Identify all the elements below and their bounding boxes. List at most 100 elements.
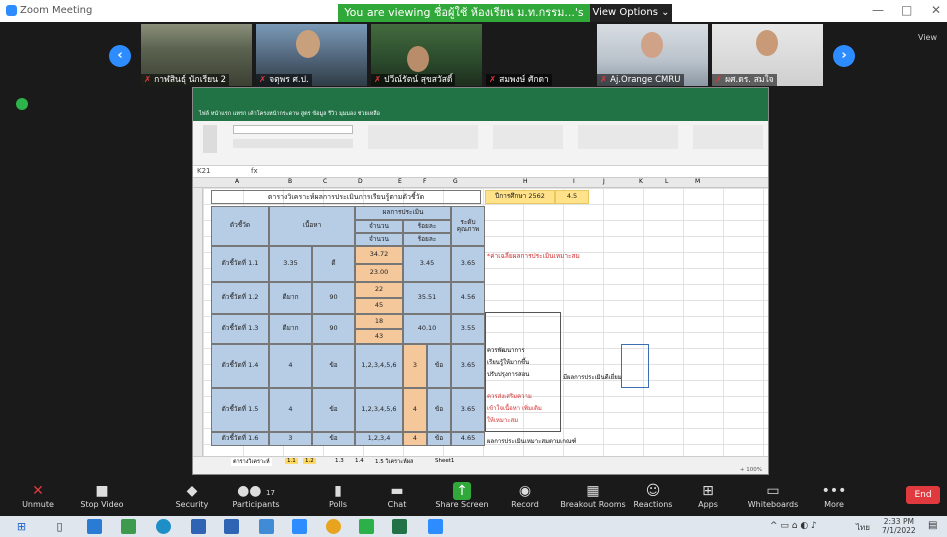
table-cell[interactable]: 3.35 [269, 246, 312, 282]
header-indicator[interactable]: ตัวชี้วัด [211, 206, 269, 246]
whiteboards-button[interactable]: ▭ Whiteboards [740, 482, 806, 509]
sheet-tab[interactable]: 1.2 [303, 458, 316, 464]
table-cell[interactable]: 3.55 [451, 314, 485, 344]
chat-button[interactable]: ▬ Chat [369, 482, 425, 509]
participant-tile[interactable]: ✗ Aj.Orange CMRU [597, 24, 708, 86]
unmute-button[interactable]: ✕ Unmute [10, 482, 66, 509]
table-cell[interactable]: ข้อ [312, 344, 355, 388]
table-cell[interactable]: 4.56 [451, 282, 485, 314]
edge-icon[interactable] [156, 519, 171, 534]
participant-tile[interactable]: ✗ ปวีณ์รัตน์ สุขสวัสดิ์ [371, 24, 482, 86]
table-cell[interactable]: 3 [403, 344, 427, 388]
selected-cell[interactable] [621, 344, 649, 388]
record-button[interactable]: ◉ Record [497, 482, 553, 509]
participants-button[interactable]: ●● 17 Participants [228, 482, 284, 509]
security-button[interactable]: ◆ Security [164, 482, 220, 509]
header-content[interactable]: เนื้อหา [269, 206, 355, 246]
formula-bar[interactable]: K21 fx [193, 166, 768, 178]
header-sub2[interactable]: ร้อยละ [403, 220, 451, 233]
table-cell[interactable]: 1,2,3,4 [355, 432, 403, 446]
table-cell[interactable]: 1,2,3,4,5,6 [355, 388, 403, 432]
store-icon[interactable] [121, 519, 136, 534]
ribbon-tabs[interactable]: ไฟล์ หน้าแรก แทรก เค้าโครงหน้ากระดาษ สูต… [199, 110, 380, 118]
table-cell[interactable]: 4 [269, 388, 312, 432]
table-cell[interactable]: 4 [269, 344, 312, 388]
table-cell[interactable]: ตัวชี้วัดที่ 1.3 [211, 314, 269, 344]
note-cell[interactable]: 4.5 [555, 190, 589, 204]
table-cell[interactable]: ตัวชี้วัดที่ 1.5 [211, 388, 269, 432]
table-cell[interactable]: ข้อ [312, 388, 355, 432]
header-quality[interactable]: ระดับคุณภาพ [451, 206, 485, 246]
table-cell[interactable]: ตัวชี้วัดที่ 1.1 [211, 246, 269, 282]
table-cell[interactable]: ดีมาก [269, 314, 312, 344]
sheet-tab[interactable]: Sheet1 [433, 458, 456, 464]
row-note[interactable]: ผลการประเมินเหมาะสมตามเกณฑ์ [487, 436, 576, 446]
teams-icon[interactable] [259, 519, 274, 534]
zoom-icon[interactable] [292, 519, 307, 534]
table-cell[interactable]: 3.45 [403, 246, 451, 282]
table-cell[interactable]: ตัวชี้วัดที่ 1.4 [211, 344, 269, 388]
header-sub1[interactable]: จำนวน [355, 220, 403, 233]
comment-line[interactable]: เรียนรู้ให้มากขึ้น [487, 358, 529, 368]
comment-line[interactable]: เข้าใจเนื้อหา เพิ่มเติม [487, 404, 542, 414]
participant-tile[interactable]: ✗ ผศ.ดร. สมใจ [712, 24, 823, 86]
participant-tile[interactable]: ✗ สมพงษ์ ศักดา [486, 24, 585, 86]
next-page-icon[interactable]: › [833, 45, 855, 67]
sheet-title-cell[interactable]: ตารางวิเคราะห์ผลการประเมินการเรียนรู้ตาม… [211, 190, 481, 204]
chrome-icon[interactable] [326, 519, 341, 534]
zoom-level[interactable]: + 100% [740, 467, 762, 473]
table-cell[interactable]: 3.65 [451, 388, 485, 432]
sheet-tab[interactable]: 1.1 [285, 458, 298, 464]
table-cell[interactable]: ข้อ [427, 432, 451, 446]
view-toggle-button[interactable]: View [918, 33, 937, 42]
participant-tile[interactable]: ✗ กาฬสินธุ์ นักเรียน 2 [141, 24, 252, 86]
notification-icon[interactable]: ▤ [928, 520, 937, 531]
table-cell[interactable]: ข้อ [427, 388, 451, 432]
header-d2[interactable]: จำนวน [355, 233, 403, 246]
input-language[interactable]: ไทย [856, 521, 870, 534]
stop-video-button[interactable]: ■ Stop Video [74, 482, 130, 509]
table-cell[interactable]: ตัวชี้วัดที่ 1.2 [211, 282, 269, 314]
zoom-app-icon[interactable] [428, 519, 443, 534]
minimize-button[interactable]: — [872, 3, 884, 17]
tray-icons[interactable]: ^ ▭ ⌂ ◐ ♪ [770, 521, 817, 531]
task-view-icon[interactable]: ▯ [52, 519, 67, 534]
table-cell[interactable]: ข้อ [427, 344, 451, 388]
red-note[interactable]: *ค่าเฉลี่ยผลการประเมินเหมาะสม [487, 251, 580, 261]
name-box[interactable]: K21 [197, 167, 211, 175]
year-note-cell[interactable]: ปีการศึกษา 2562 [485, 190, 555, 204]
comment-line[interactable]: ให้เหมาะสม [487, 416, 518, 426]
prev-page-icon[interactable]: ‹ [109, 45, 131, 67]
view-options-button[interactable]: View Options ⌄ [590, 4, 672, 22]
polls-button[interactable]: ▮ Polls [310, 482, 366, 509]
word-icon[interactable] [191, 519, 206, 534]
table-cell[interactable]: 1,2,3,4,5,6 [355, 344, 403, 388]
table-cell[interactable]: 35.51 [403, 282, 451, 314]
table-cell[interactable]: 4 [403, 388, 427, 432]
sheet-tab[interactable]: ตารางวิเคราะห์ [231, 458, 272, 466]
table-cell[interactable]: 3 [269, 432, 312, 446]
clock[interactable]: 2:33 PM 7/1/2022 [882, 517, 916, 535]
table-cell[interactable]: 4 [403, 432, 427, 446]
table-cell[interactable]: 34.72 [355, 246, 403, 264]
line-icon[interactable] [359, 519, 374, 534]
table-cell[interactable]: 90 [312, 314, 355, 344]
windows-start-icon[interactable]: ⊞ [14, 519, 29, 534]
header-e2[interactable]: ร้อยละ [403, 233, 451, 246]
table-cell[interactable]: 40.10 [403, 314, 451, 344]
breakout-rooms-button[interactable]: ▦ Breakout Rooms [557, 482, 629, 509]
table-cell[interactable]: 3.65 [451, 246, 485, 282]
maximize-button[interactable]: □ [901, 3, 912, 17]
participant-tile[interactable]: ✗ จตุพร ศ.ป. [256, 24, 367, 86]
sheet-tab[interactable]: 1.5 วิเคราะห์ผล [373, 458, 415, 466]
side-note[interactable]: มีผลการประเมินดีเยี่ยม [563, 372, 622, 382]
mail-icon[interactable] [87, 519, 102, 534]
table-cell[interactable]: 43 [355, 329, 403, 344]
header-result-group[interactable]: ผลการประเมิน [355, 206, 451, 220]
table-cell[interactable]: ดีมาก [269, 282, 312, 314]
table-cell[interactable]: 22 [355, 282, 403, 298]
comment-line[interactable]: ควรส่งเสริมความ [487, 392, 532, 402]
table-cell[interactable]: ตัวชี้วัดที่ 1.6 [211, 432, 269, 446]
end-meeting-button[interactable]: End [906, 486, 940, 504]
table-cell[interactable]: 3.65 [451, 344, 485, 388]
